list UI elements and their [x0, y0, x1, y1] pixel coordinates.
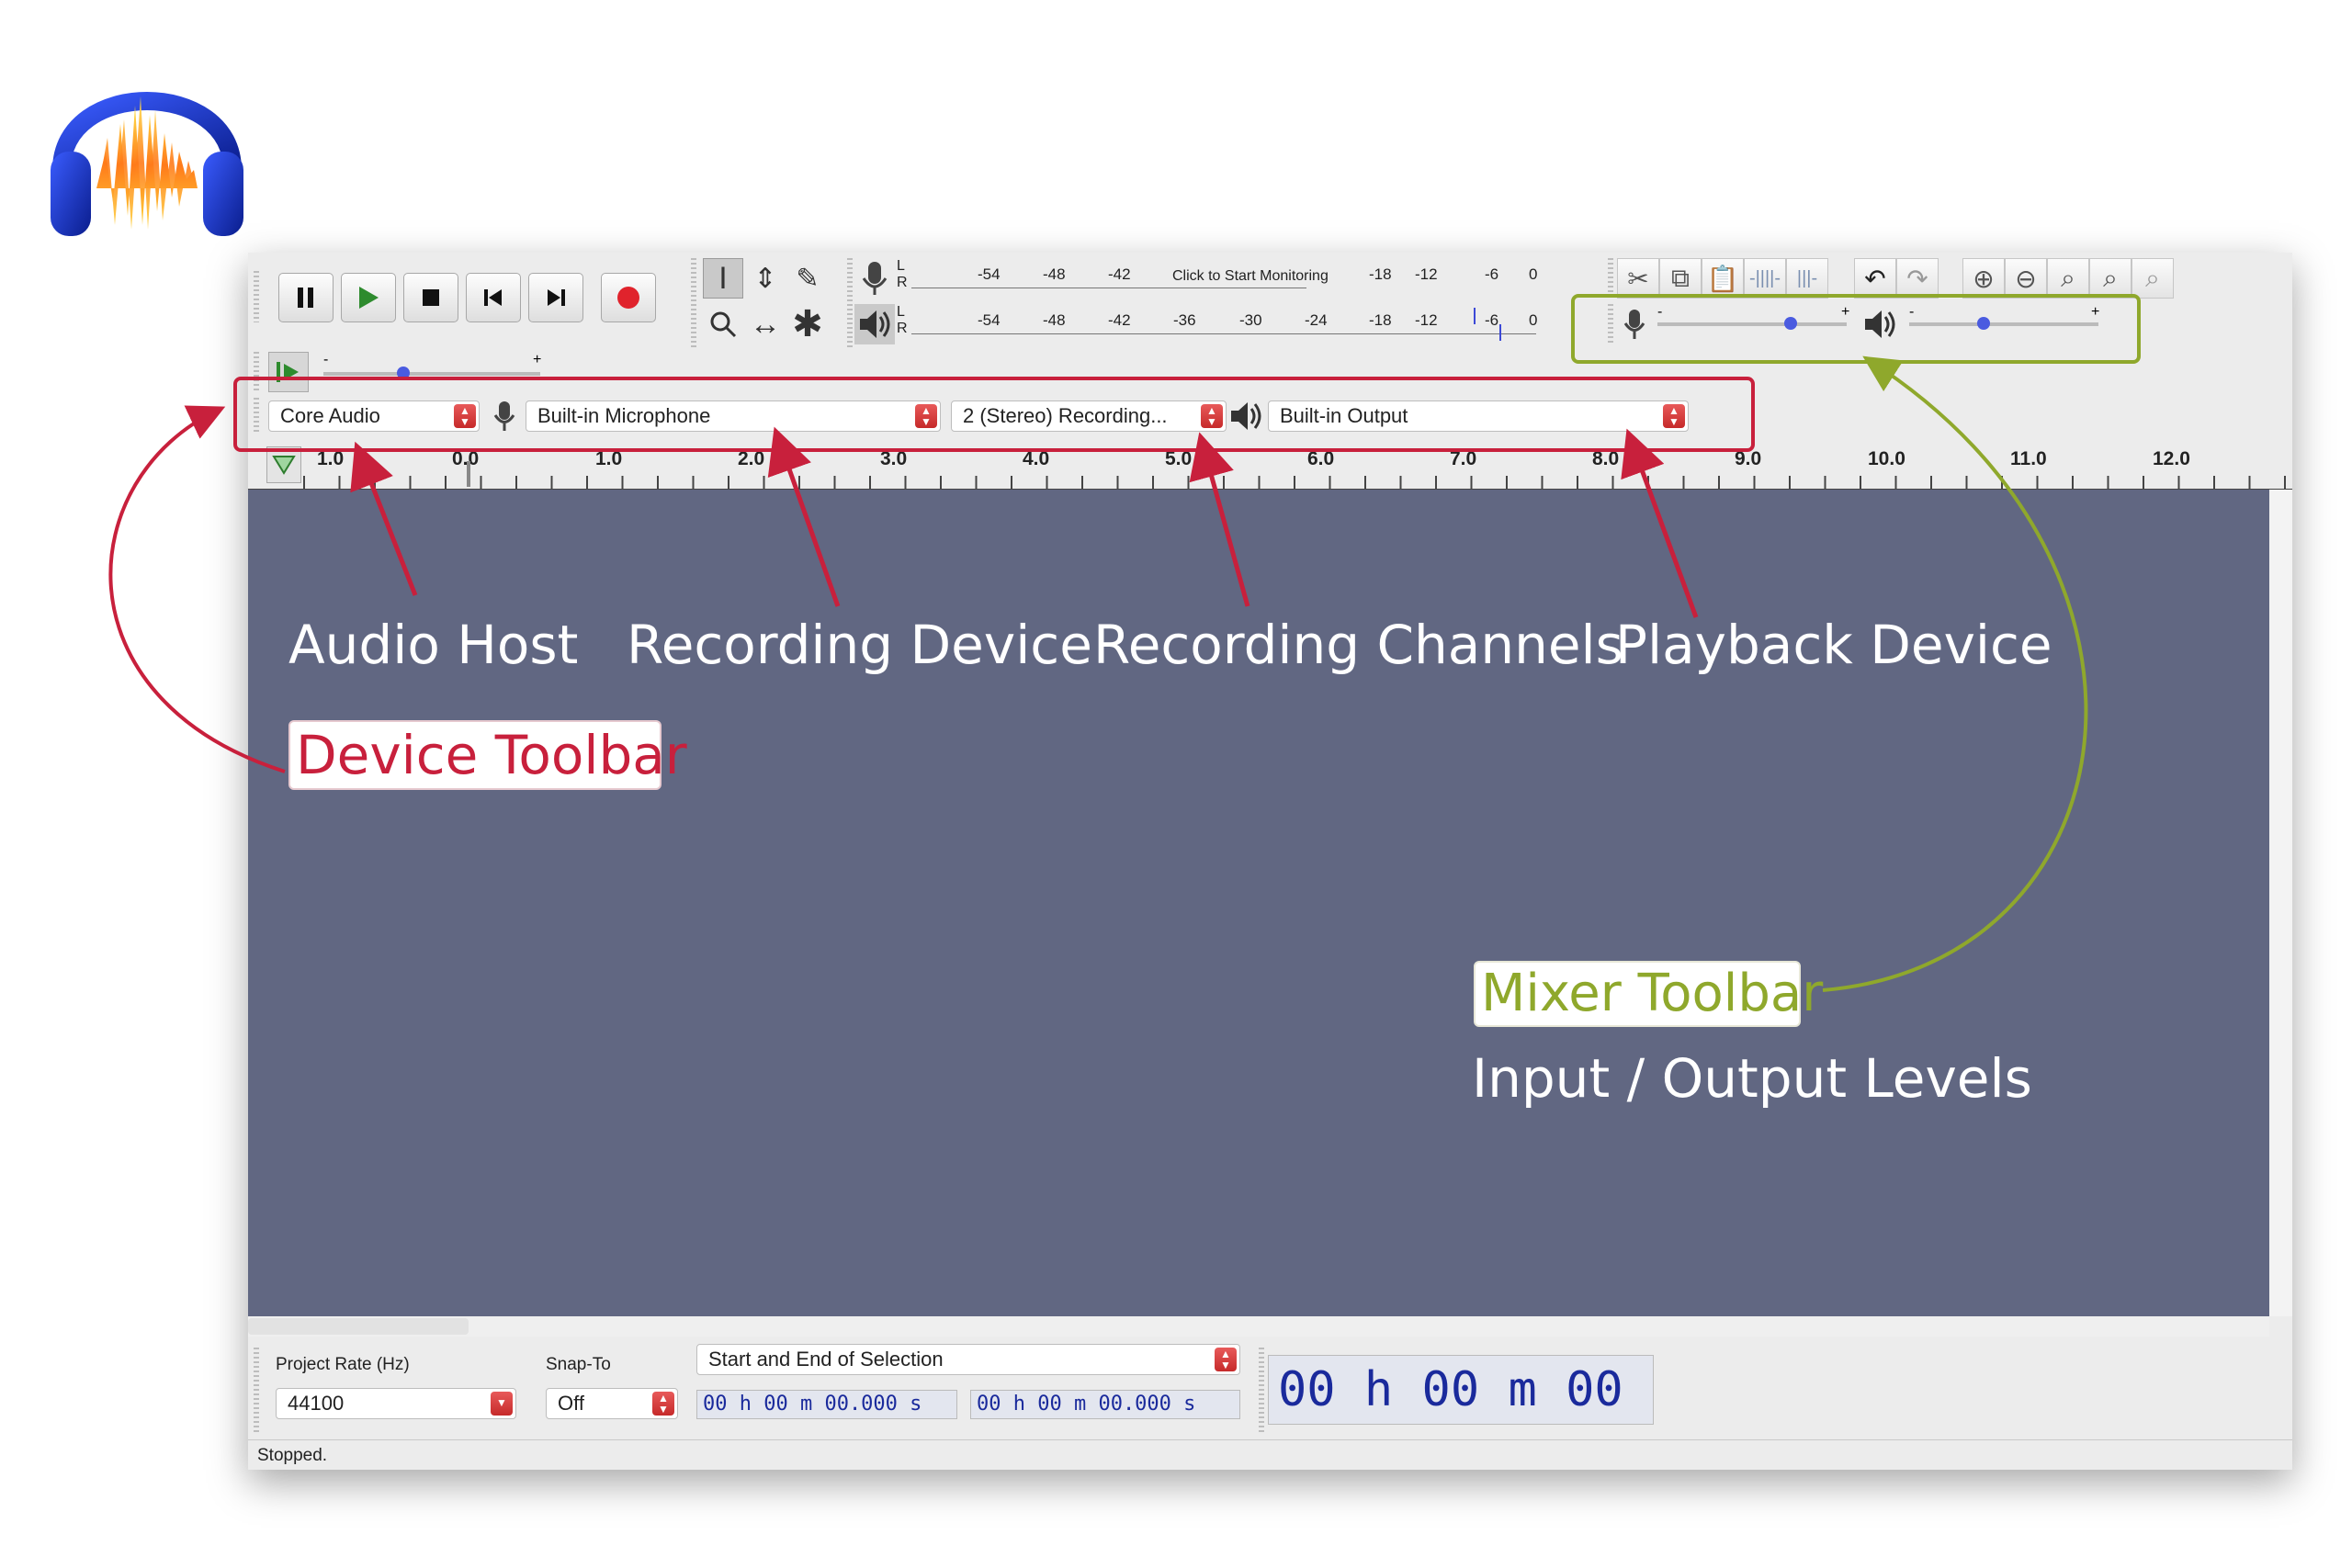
device-toolbar-highlight: [233, 377, 1755, 452]
audio-host-annotation: Audio Host: [288, 614, 579, 676]
mixer-toolbar-highlight: [1571, 294, 2141, 364]
mixer-toolbar-badge: Mixer Toolbar: [1474, 961, 1823, 1027]
device-toolbar-curve-arrow: [108, 405, 286, 773]
mixer-toolbar-label: Mixer Toolbar: [1481, 964, 1824, 1023]
playback-device-arrow: [1621, 428, 1699, 618]
recording-device-arrow: [767, 426, 841, 607]
recording-channels-annotation: Recording Channels: [1093, 614, 1623, 676]
io-levels-annotation: Input / Output Levels: [1472, 1047, 2032, 1110]
audio-host-arrow: [350, 441, 418, 596]
recording-channels-arrow: [1189, 432, 1250, 607]
device-toolbar-badge: Device Toolbar: [288, 720, 687, 790]
recording-device-annotation: Recording Device: [627, 614, 1092, 676]
device-toolbar-label: Device Toolbar: [296, 724, 687, 786]
playback-device-annotation: Playback Device: [1615, 614, 2052, 676]
